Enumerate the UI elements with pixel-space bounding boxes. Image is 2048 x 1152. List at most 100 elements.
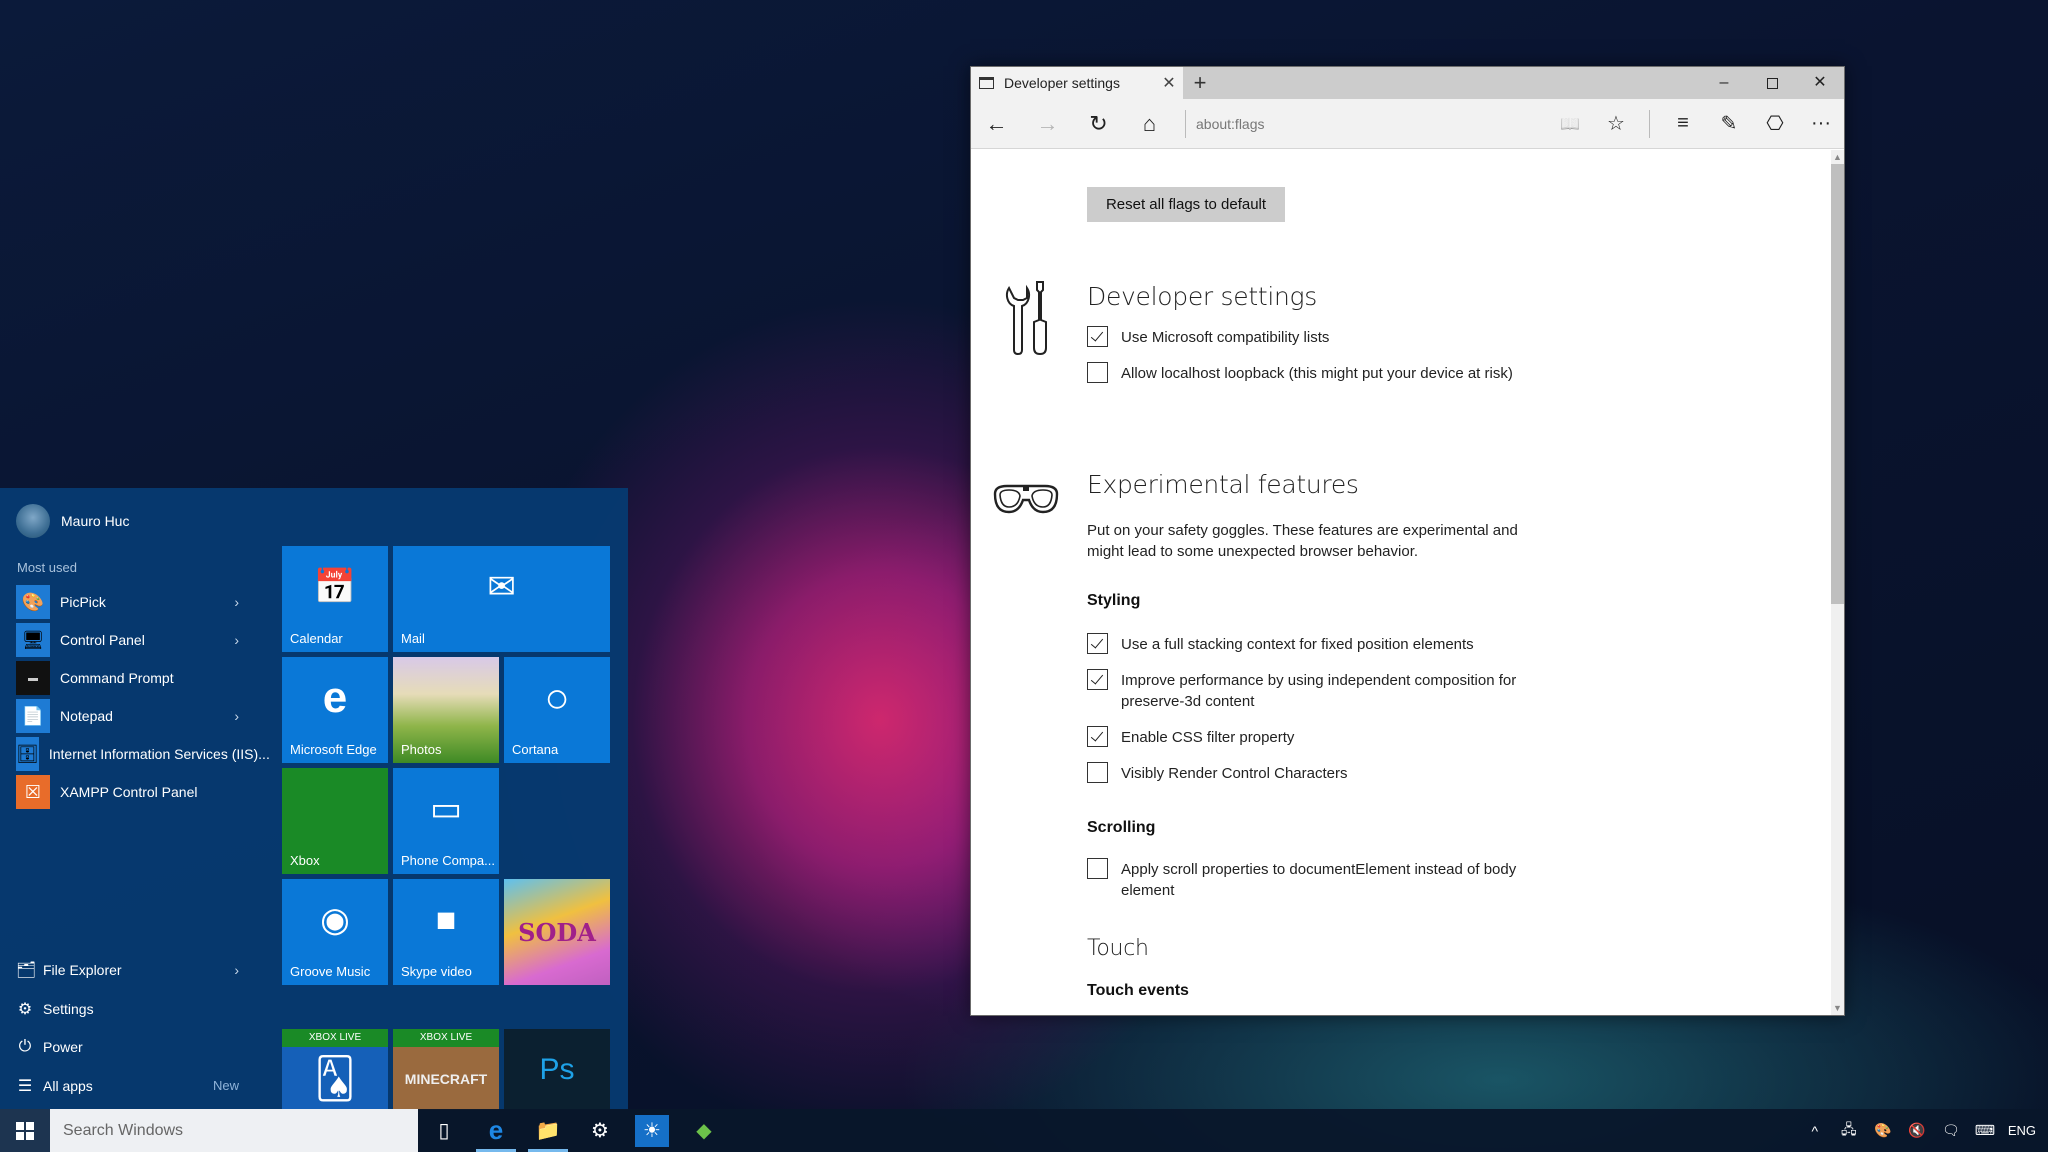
hub-icon[interactable]: ≡ [1660, 99, 1706, 149]
chevron-right-icon[interactable]: › [234, 594, 239, 610]
favorite-star-icon[interactable]: ☆ [1593, 99, 1639, 149]
weather-app-taskbar-button[interactable]: ☀ [635, 1114, 669, 1147]
power-item[interactable]: ⏻ Power [16, 1028, 251, 1067]
tile-candy-crush-soda[interactable]: SODA [504, 879, 610, 985]
close-tab-icon[interactable]: ✕ [1155, 73, 1183, 93]
share-icon[interactable]: ⎔ [1752, 99, 1798, 149]
tile-solitaire[interactable]: XBOX LIVE 🂡 [282, 1029, 388, 1110]
app-item-control-panel[interactable]: 🖥 Control Panel › [16, 621, 251, 659]
taskbar: Search Windows ▯ e 📁 ⚙ ☀ ◆ ^ 🖧 🎨 🔇 🗨 ⌨ E… [0, 1109, 2048, 1152]
user-account[interactable]: Mauro Huc [16, 504, 129, 538]
flag-checkbox[interactable] [1087, 726, 1108, 747]
flag-item[interactable]: Use a full stacking context for fixed po… [1087, 633, 1547, 655]
picpick-tray-icon[interactable]: 🎨 [1866, 1122, 1900, 1139]
tile-photos[interactable]: Photos [393, 657, 499, 763]
app-item-notepad[interactable]: 📄 Notepad › [16, 697, 251, 735]
flag-checkbox[interactable] [1087, 362, 1108, 383]
scroll-up-icon[interactable]: ▲ [1831, 150, 1844, 164]
maximize-button[interactable] [1748, 67, 1796, 99]
flag-label: Visibly Render Control Characters [1121, 765, 1348, 782]
forward-button[interactable]: → [1022, 99, 1073, 149]
chevron-right-icon[interactable]: › [234, 632, 239, 648]
xbox-live-banner: XBOX LIVE [282, 1029, 388, 1047]
refresh-button[interactable]: ↻ [1073, 99, 1124, 149]
more-actions-icon[interactable]: ··· [1798, 99, 1844, 149]
scroll-down-icon[interactable]: ▼ [1831, 1001, 1844, 1015]
close-window-button[interactable]: ✕ [1796, 67, 1844, 99]
flag-checkbox[interactable] [1087, 326, 1108, 347]
volume-muted-icon[interactable]: 🔇 [1900, 1122, 1934, 1139]
tile-mail[interactable]: ✉ Mail [393, 546, 610, 652]
tile-phone-companion[interactable]: ▭ Phone Compa... [393, 768, 499, 874]
tile-label: Cortana [512, 742, 559, 757]
network-icon[interactable]: 🖧 [1832, 1119, 1866, 1143]
flag-item[interactable]: Visibly Render Control Characters [1087, 762, 1547, 784]
reading-view-icon[interactable]: 📖 [1547, 99, 1593, 149]
file-explorer-item[interactable]: 🗂 File Explorer › [16, 951, 251, 990]
edge-taskbar-button[interactable]: e [470, 1109, 522, 1152]
cortana-icon: ○ [544, 674, 570, 721]
flag-checkbox[interactable] [1087, 762, 1108, 783]
task-view-button[interactable]: ▯ [418, 1109, 470, 1152]
chevron-right-icon[interactable]: › [234, 962, 239, 978]
tile-xbox[interactable]: Xbox [282, 768, 388, 874]
minimize-button[interactable]: – [1700, 67, 1748, 99]
app-item-xampp[interactable]: ☒ XAMPP Control Panel [16, 773, 251, 811]
new-tab-button[interactable]: + [1183, 67, 1217, 99]
flag-item[interactable]: Use Microsoft compatibility lists [1087, 326, 1547, 348]
flag-checkbox[interactable] [1087, 633, 1108, 654]
all-apps-item[interactable]: ☰ All apps New [16, 1067, 251, 1106]
start-menu-bottom: 🗂 File Explorer › ⚙ Settings ⏻ Power ☰ A… [16, 951, 251, 1105]
green-app-taskbar-button[interactable]: ◆ [678, 1109, 730, 1152]
start-button[interactable] [0, 1109, 50, 1152]
web-note-icon[interactable]: ✎ [1706, 99, 1752, 149]
flag-item[interactable]: Apply scroll properties to documentEleme… [1087, 858, 1547, 901]
settings-taskbar-button[interactable]: ⚙ [574, 1109, 626, 1152]
tile-photoshop-express[interactable]: Ps [504, 1029, 610, 1110]
tile-label: Skype video [401, 964, 472, 979]
flag-checkbox[interactable] [1087, 858, 1108, 879]
language-indicator[interactable]: ENG [2002, 1123, 2042, 1138]
user-name: Mauro Huc [61, 513, 130, 529]
action-center-icon[interactable]: 🗨 [1934, 1122, 1968, 1139]
touch-keyboard-icon[interactable]: ⌨ [1968, 1122, 2002, 1139]
gear-icon: ⚙ [17, 1000, 33, 1018]
tile-edge[interactable]: e Microsoft Edge [282, 657, 388, 763]
app-item-iis[interactable]: 🗄 Internet Information Services (IIS)... [16, 735, 270, 773]
tile-label: Xbox [290, 853, 320, 868]
calendar-icon: 📅 [313, 568, 357, 606]
photoshop-icon: Ps [539, 1052, 575, 1086]
search-windows-input[interactable]: Search Windows [50, 1109, 418, 1152]
flag-label: Enable CSS filter property [1121, 729, 1295, 746]
toolbar-divider [1649, 109, 1650, 138]
mail-icon: ✉ [487, 568, 516, 606]
vertical-scrollbar[interactable]: ▲ ▼ [1831, 150, 1844, 1015]
new-badge: New [212, 1078, 239, 1094]
tile-calendar[interactable]: 📅 Calendar [282, 546, 388, 652]
file-explorer-taskbar-button[interactable]: 📁 [522, 1109, 574, 1152]
tile-skype-video[interactable]: ■ Skype video [393, 879, 499, 985]
flag-item[interactable]: Enable CSS filter property [1087, 726, 1547, 748]
xbox-avatars-image [282, 768, 388, 850]
tab-developer-settings[interactable]: Developer settings ✕ [971, 67, 1183, 99]
address-input[interactable]: about:flags [1196, 116, 1547, 132]
flag-item[interactable]: Allow localhost loopback (this might put… [1087, 362, 1547, 384]
settings-item[interactable]: ⚙ Settings [16, 990, 251, 1029]
scrollbar-thumb[interactable] [1831, 164, 1844, 604]
tile-cortana[interactable]: ○ Cortana [504, 657, 610, 763]
show-hidden-icons-button[interactable]: ^ [1798, 1123, 1832, 1139]
tile-groove-music[interactable]: ◉ Groove Music [282, 879, 388, 985]
flag-checkbox[interactable] [1087, 669, 1108, 690]
reset-flags-button[interactable]: Reset all flags to default [1087, 187, 1285, 222]
flag-item[interactable]: Improve performance by using independent… [1087, 669, 1547, 712]
app-item-command-prompt[interactable]: ▬ Command Prompt [16, 659, 251, 697]
tile-minecraft[interactable]: XBOX LIVE MINECRAFT [393, 1029, 499, 1110]
toolbar-divider [1185, 109, 1186, 138]
chevron-right-icon[interactable]: › [234, 708, 239, 724]
app-item-picpick[interactable]: 🎨 PicPick › [16, 583, 251, 621]
tab-bar: Developer settings ✕ + – ✕ [971, 67, 1844, 99]
back-button[interactable]: ← [971, 99, 1022, 149]
tile-label: Calendar [290, 631, 343, 646]
power-icon: ⏻ [18, 1038, 32, 1056]
home-button[interactable]: ⌂ [1124, 99, 1175, 149]
